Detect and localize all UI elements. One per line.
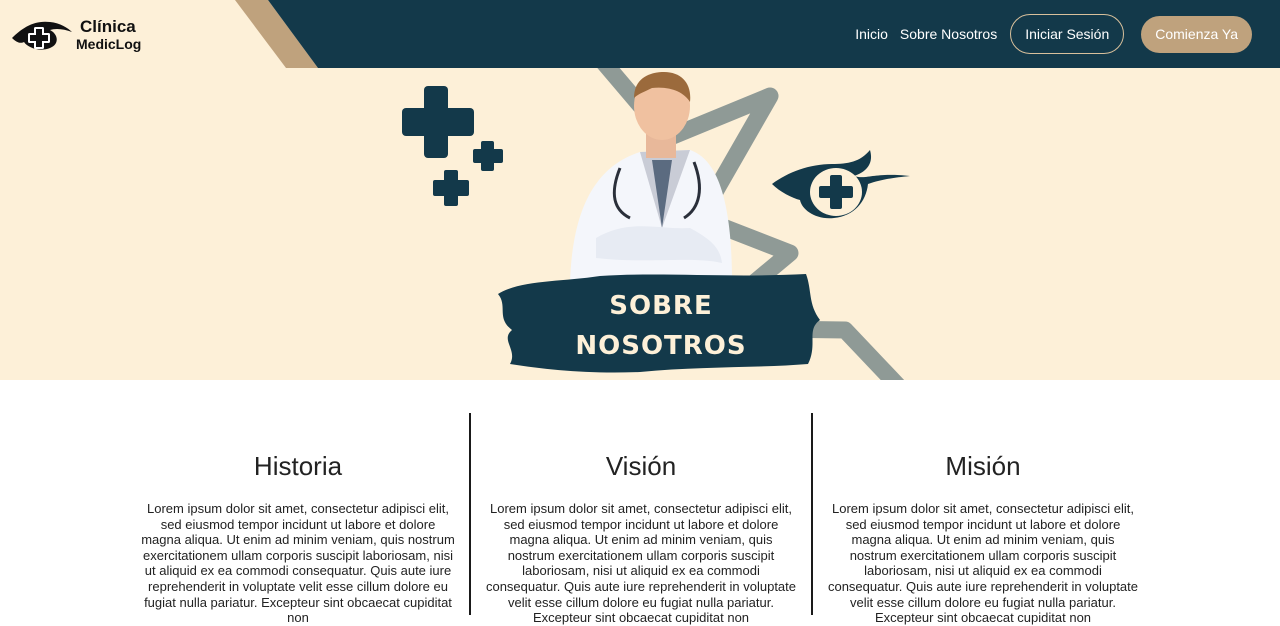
section-title: Misión bbox=[945, 451, 1021, 481]
section-text: Lorem ipsum dolor sit amet, consectetur … bbox=[485, 501, 797, 626]
login-button[interactable]: Iniciar Sesión bbox=[1010, 14, 1125, 54]
hero-banner: SOBRE NOSOTROS bbox=[0, 68, 1280, 380]
brand-name-line1: Clínica bbox=[80, 16, 136, 36]
medical-logo-icon bbox=[12, 21, 72, 50]
section-title: Visión bbox=[605, 451, 677, 481]
section-vision: Visión Lorem ipsum dolor sit amet, conse… bbox=[469, 413, 811, 625]
doctor-photo bbox=[570, 72, 732, 283]
hero-title-line2: NOSOTROS bbox=[575, 331, 747, 361]
brand-name-line2: MedicLog bbox=[76, 35, 142, 52]
section-historia: Historia Lorem ipsum dolor sit amet, con… bbox=[127, 413, 469, 625]
nav-link-inicio[interactable]: Inicio bbox=[855, 26, 888, 42]
hero-title: SOBRE NOSOTROS bbox=[555, 286, 767, 366]
brand-name: Clínica MedicLog bbox=[76, 18, 141, 51]
get-started-button[interactable]: Comienza Ya bbox=[1141, 15, 1252, 53]
brand-logo[interactable]: Clínica MedicLog bbox=[10, 12, 150, 56]
section-title: Historia bbox=[253, 451, 343, 481]
main-nav: Inicio Sobre Nosotros Iniciar Sesión Com… bbox=[843, 14, 1252, 54]
medical-cross-icon bbox=[402, 86, 503, 206]
section-text: Lorem ipsum dolor sit amet, consectetur … bbox=[141, 501, 455, 626]
about-sections: Historia Lorem ipsum dolor sit amet, con… bbox=[127, 413, 1153, 625]
hero-title-line1: SOBRE bbox=[609, 291, 713, 321]
section-text: Lorem ipsum dolor sit amet, consectetur … bbox=[827, 501, 1139, 626]
section-mision: Misión Lorem ipsum dolor sit amet, conse… bbox=[811, 413, 1153, 625]
site-header: Clínica MedicLog Inicio Sobre Nosotros I… bbox=[0, 0, 1280, 68]
nav-link-sobre-nosotros[interactable]: Sobre Nosotros bbox=[900, 26, 997, 42]
medical-logo-icon bbox=[772, 150, 910, 219]
